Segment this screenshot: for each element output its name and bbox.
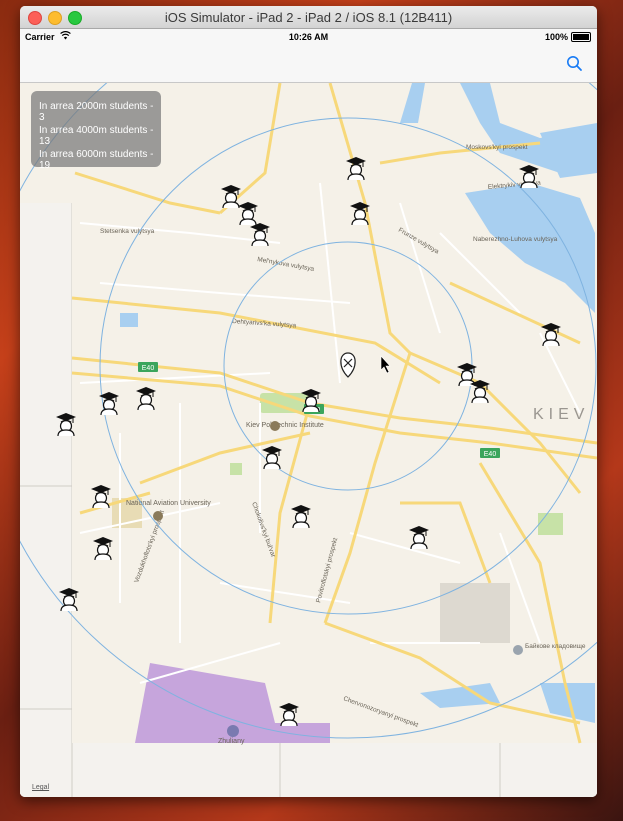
- place-label: National Aviation University: [126, 500, 211, 507]
- student-pin-icon[interactable]: [92, 535, 114, 561]
- info-line-6000m: In arrea 6000m students - 19: [39, 149, 154, 171]
- map-view[interactable]: E40 E40 E40 Stetsenka vulytsya Mel'nykov…: [20, 83, 597, 797]
- student-pin-icon[interactable]: [469, 378, 491, 404]
- street-label: Stetsenka vulytsya: [100, 228, 155, 235]
- info-line-4000m: In arrea 4000m students - 13: [39, 125, 154, 147]
- street-label: Moskovs'kyi prospekt: [466, 144, 528, 151]
- student-pin-icon[interactable]: [518, 163, 540, 189]
- student-pin-icon[interactable]: [408, 524, 430, 550]
- student-pin-icon[interactable]: [261, 444, 283, 470]
- battery-indicator: 100%: [545, 32, 591, 42]
- window-title: iOS Simulator - iPad 2 - iPad 2 / iOS 8.…: [164, 10, 453, 25]
- svg-text:E40: E40: [484, 451, 497, 458]
- ios-status-bar: Carrier 10:26 AM 100%: [20, 29, 597, 45]
- student-pin-icon[interactable]: [55, 411, 77, 437]
- status-time: 10:26 AM: [288, 32, 329, 42]
- student-pin-icon[interactable]: [540, 321, 562, 347]
- student-pin-icon[interactable]: [135, 385, 157, 411]
- e40-shield: E40: [138, 362, 158, 372]
- student-pin-icon[interactable]: [249, 221, 271, 247]
- map-canvas: E40 E40 E40 Stetsenka vulytsya Mel'nykov…: [20, 83, 597, 797]
- legal-link[interactable]: Legal: [32, 784, 49, 791]
- place-label: Zhuliany: [218, 738, 245, 745]
- city-label: KIEV: [533, 406, 589, 423]
- university-poi-icon: [270, 421, 280, 431]
- airport-poi-icon: [227, 725, 239, 737]
- battery-percent: 100%: [544, 32, 568, 42]
- street-label: Naberezhno-Luhova vulytsya: [473, 236, 558, 243]
- window-titlebar: iOS Simulator - iPad 2 - iPad 2 / iOS 8.…: [20, 6, 597, 29]
- cemetery-poi-icon: [513, 645, 523, 655]
- student-pin-icon[interactable]: [345, 155, 367, 181]
- svg-text:E40: E40: [142, 365, 155, 372]
- simulator-window: iOS Simulator - iPad 2 - iPad 2 / iOS 8.…: [20, 6, 597, 797]
- battery-icon: [571, 32, 591, 42]
- student-pin-icon[interactable]: [90, 483, 112, 509]
- place-label: Kiev Polytechnic Institute: [246, 422, 324, 429]
- student-pin-icon[interactable]: [98, 390, 120, 416]
- student-pin-icon[interactable]: [278, 701, 300, 727]
- student-pin-icon[interactable]: [58, 586, 80, 612]
- navigation-bar: [20, 45, 597, 83]
- info-line-2000m: In arrea 2000m students - 3: [39, 101, 154, 123]
- students-count-panel: In arrea 2000m students - 3 In arrea 400…: [31, 91, 161, 171]
- search-icon: [567, 56, 582, 71]
- student-pin-icon[interactable]: [290, 503, 312, 529]
- e40-shield: E40: [480, 448, 500, 458]
- cemetery-label: Байкове кладовище: [525, 642, 586, 650]
- student-pin-icon[interactable]: [300, 387, 322, 413]
- university-poi-icon: [153, 511, 163, 521]
- student-pin-icon[interactable]: [349, 200, 371, 226]
- search-button[interactable]: [565, 54, 585, 74]
